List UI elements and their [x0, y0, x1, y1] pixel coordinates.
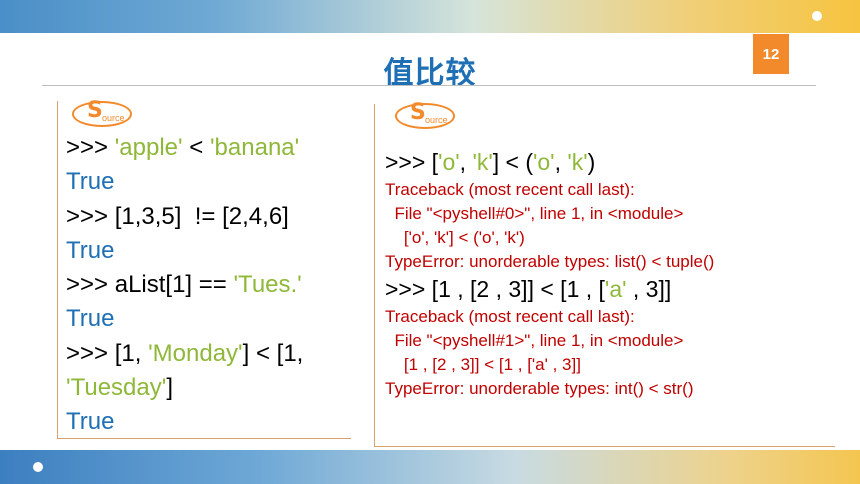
code-text: >>> [1,3,5] != [2,4,6] — [66, 202, 289, 230]
result-value: True — [66, 168, 115, 196]
code-text: [1 , [2 , 3]] < [1 , ['a' , 3]] — [385, 355, 581, 374]
code-text: ] < ( — [492, 149, 533, 175]
code-line: Traceback (most recent call last): — [385, 305, 835, 329]
code-text: >>> [ — [385, 149, 439, 175]
string-literal: 'o' — [533, 149, 555, 175]
code-line: 'Tuesday'] — [66, 371, 356, 405]
string-literal: 'k' — [567, 149, 588, 175]
code-text: ] — [166, 374, 173, 402]
code-text: , — [459, 149, 473, 175]
left-code-block: >>> 'apple' < 'banana' True >>> [1,3,5] !=… — [66, 131, 356, 440]
code-line: ['o', 'k'] < ('o', 'k') — [385, 226, 835, 250]
right-code-block: >>> ['o', 'k'] < ('o', 'k') Traceback (mo… — [385, 147, 835, 401]
code-line: >>> [1 , [2 , 3]] < [1 , ['a' , 3]] — [385, 274, 835, 305]
top-decor-bar — [0, 0, 860, 33]
code-line: File "<pyshell#1>", line 1, in <module> — [385, 329, 835, 353]
code-text: TypeError: unorderable types: int() < st… — [385, 379, 694, 398]
code-line: >>> [1, 'Monday'] < [1, — [66, 337, 356, 371]
code-text: >>> aList[1] == — [66, 271, 234, 299]
code-text: File "<pyshell#1>", line 1, in <module> — [385, 331, 684, 350]
code-text: Traceback (most recent call last): — [385, 307, 635, 326]
page-number-badge: 12 — [753, 34, 789, 74]
code-text: , — [554, 149, 568, 175]
code-line: >>> 'apple' < 'banana' — [66, 131, 356, 165]
source-badge-letter: S — [410, 100, 426, 125]
code-text: >>> — [66, 134, 115, 161]
code-line: True — [66, 234, 356, 268]
code-text: ['o', 'k'] < ('o', 'k') — [385, 228, 525, 247]
result-value: True — [66, 236, 115, 264]
code-line: [1 , [2 , 3]] < [1 , ['a' , 3]] — [385, 353, 835, 377]
code-text: < — [182, 134, 210, 161]
string-literal: 'apple' — [114, 134, 183, 161]
code-text: Traceback (most recent call last): — [385, 180, 635, 199]
title-underline — [42, 85, 816, 86]
code-text: File "<pyshell#0>", line 1, in <module> — [385, 204, 684, 223]
code-text: TypeError: unorderable types: list() < t… — [385, 252, 715, 271]
code-text: , 3]] — [626, 276, 672, 302]
code-line: True — [66, 165, 356, 199]
string-literal: 'o' — [438, 149, 460, 175]
code-text: >>> [1 , [2 , 3]] < [1 , [ — [385, 276, 605, 302]
source-badge-text: ource — [102, 113, 125, 123]
code-line: >>> ['o', 'k'] < ('o', 'k') — [385, 147, 835, 178]
bottom-decor-dot — [33, 462, 43, 472]
code-line: File "<pyshell#0>", line 1, in <module> — [385, 202, 835, 226]
code-line: >>> aList[1] == 'Tues.' — [66, 268, 356, 302]
string-literal: 'banana' — [209, 134, 300, 161]
code-text: ] < [1, — [242, 339, 304, 367]
source-badge-text: ource — [425, 115, 448, 125]
string-literal: 'k' — [472, 149, 493, 175]
code-line: >>> [1,3,5] != [2,4,6] — [66, 200, 356, 234]
source-icon: S ource — [72, 98, 132, 127]
code-line: True — [66, 405, 356, 439]
result-value: True — [66, 305, 115, 333]
top-decor-dot — [812, 11, 822, 21]
code-text: ) — [587, 149, 596, 175]
code-line: TypeError: unorderable types: list() < t… — [385, 250, 835, 274]
string-literal: 'Tuesday' — [66, 374, 167, 402]
string-literal: 'Tues.' — [233, 271, 302, 299]
bottom-decor-bar — [0, 450, 860, 484]
code-line: True — [66, 302, 356, 336]
source-badge-letter: S — [87, 98, 103, 123]
code-line: Traceback (most recent call last): — [385, 178, 835, 202]
code-line: TypeError: unorderable types: int() < st… — [385, 377, 835, 401]
string-literal: 'Monday' — [148, 339, 243, 367]
code-text: >>> [1, — [66, 339, 149, 367]
source-icon: S ource — [395, 100, 455, 129]
result-value: True — [66, 408, 115, 436]
string-literal: 'a' — [604, 276, 627, 302]
